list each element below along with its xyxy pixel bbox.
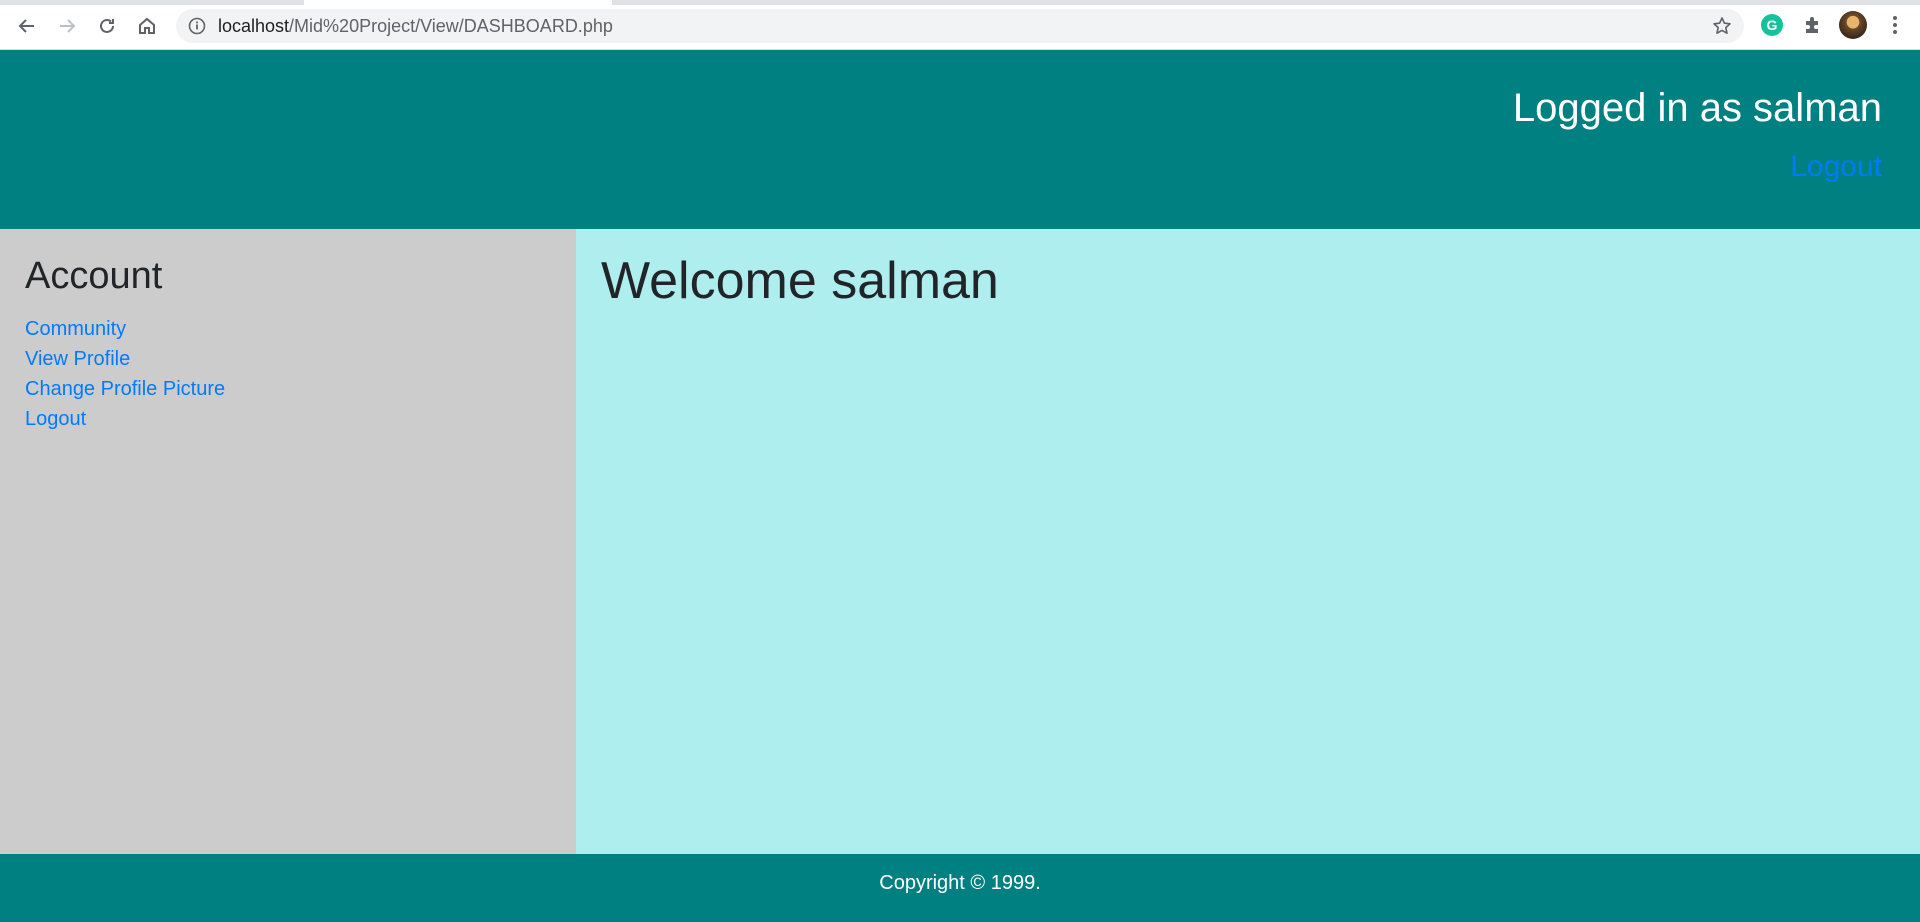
reload-button[interactable] bbox=[91, 10, 123, 42]
kebab-menu-icon[interactable] bbox=[1885, 14, 1905, 36]
main-content: Welcome salman bbox=[576, 229, 1920, 854]
profile-avatar[interactable] bbox=[1839, 11, 1867, 39]
logged-in-status: Logged in as salman bbox=[1512, 86, 1882, 130]
bookmark-star-icon[interactable] bbox=[1712, 16, 1732, 36]
url-path: /Mid%20Project/View/DASHBOARD.php bbox=[289, 16, 613, 36]
grammarly-extension-icon: G bbox=[1761, 14, 1783, 36]
tab-strip bbox=[0, 0, 1920, 5]
sidebar-menu: Community View Profile Change Profile Pi… bbox=[25, 314, 225, 434]
home-icon bbox=[139, 17, 155, 34]
reload-icon bbox=[100, 18, 114, 33]
browser-toolbar: localhost/Mid%20Project/View/DASHBOARD.p… bbox=[0, 0, 1920, 50]
sidebar-item-community: Community bbox=[25, 314, 225, 344]
active-tab[interactable] bbox=[304, 0, 612, 5]
sidebar-item-change-profile-picture: Change Profile Picture bbox=[25, 374, 225, 404]
header-logout-link[interactable]: Logout bbox=[1790, 150, 1882, 184]
back-icon bbox=[18, 19, 34, 33]
welcome-heading: Welcome salman bbox=[601, 252, 999, 310]
home-button[interactable] bbox=[131, 10, 163, 42]
forward-icon bbox=[60, 19, 76, 33]
account-sidebar: Account Community View Profile Change Pr… bbox=[0, 229, 576, 854]
back-button[interactable] bbox=[11, 10, 43, 42]
change-profile-picture-link[interactable]: Change Profile Picture bbox=[25, 378, 225, 400]
community-link[interactable]: Community bbox=[25, 318, 126, 340]
forward-button[interactable] bbox=[51, 10, 83, 42]
grammarly-extension-button[interactable]: G bbox=[1760, 13, 1784, 37]
copyright-text: Copyright © 1999. bbox=[879, 872, 1041, 894]
page-header: Logged in as salman Logout bbox=[0, 50, 1920, 229]
extensions-puzzle-icon bbox=[1806, 17, 1818, 33]
sidebar-item-logout: Logout bbox=[25, 404, 225, 434]
page-footer: Copyright © 1999. bbox=[0, 854, 1920, 922]
url-text[interactable]: localhost/Mid%20Project/View/DASHBOARD.p… bbox=[218, 9, 613, 43]
sidebar-logout-link[interactable]: Logout bbox=[25, 408, 86, 430]
view-profile-link[interactable]: View Profile bbox=[25, 348, 130, 370]
sidebar-title: Account bbox=[25, 255, 163, 297]
address-bar[interactable]: localhost/Mid%20Project/View/DASHBOARD.p… bbox=[176, 9, 1744, 43]
url-host: localhost bbox=[218, 16, 290, 36]
extensions-button[interactable] bbox=[1800, 13, 1824, 37]
sidebar-item-view-profile: View Profile bbox=[25, 344, 225, 374]
info-icon[interactable] bbox=[188, 17, 206, 35]
